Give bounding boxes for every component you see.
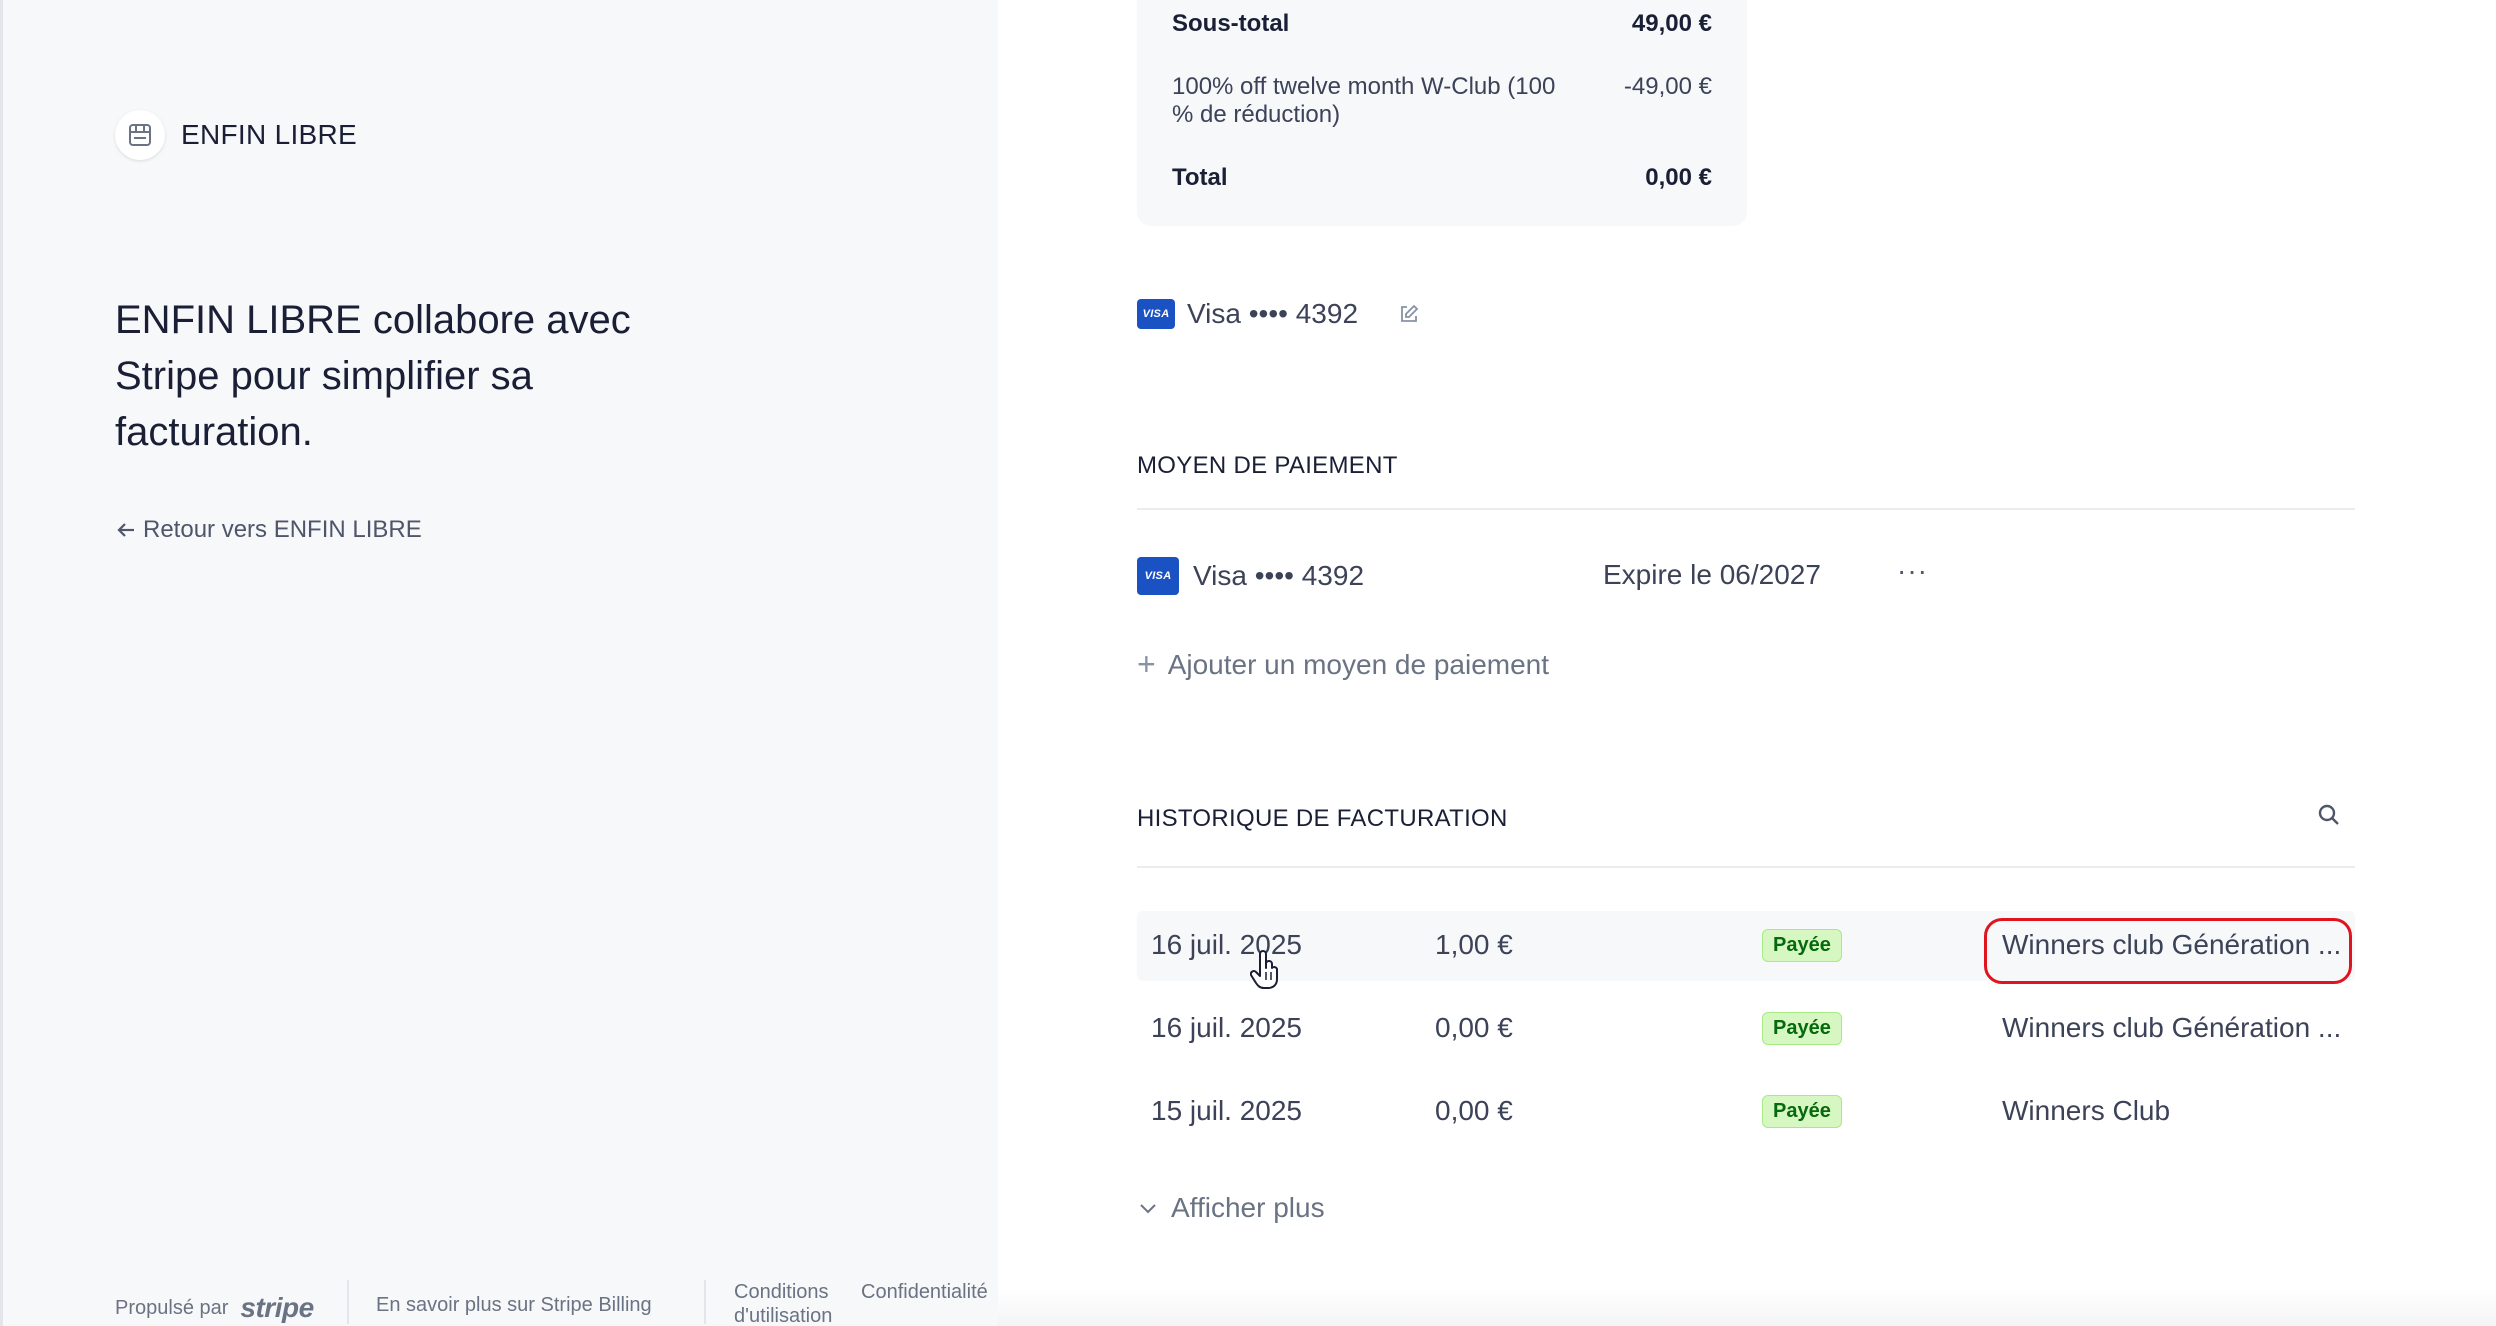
divider <box>1137 866 2355 868</box>
add-payment-method-label: Ajouter un moyen de paiement <box>1167 648 1550 680</box>
subtotal-value: 49,00 € <box>1631 10 1712 37</box>
invoice-amount: 1,00 € <box>1435 929 1513 960</box>
footer: Propulsé par stripe En savoir plus sur S… <box>3 1276 1001 1326</box>
plus-icon: + <box>1137 646 1156 682</box>
footer-divider <box>347 1280 349 1324</box>
privacy-link[interactable]: Confidentialité <box>861 1280 988 1304</box>
invoice-amount: 0,00 € <box>1435 1012 1513 1043</box>
invoice-date: 16 juil. 2025 <box>1151 1012 1303 1043</box>
payment-methods-title: MOYEN DE PAIEMENT <box>1137 452 1398 479</box>
total-label: Total <box>1172 164 1228 191</box>
search-icon[interactable] <box>2316 802 2342 833</box>
invoice-description: Winners club Génération ... <box>2002 929 2342 960</box>
edit-icon[interactable] <box>1398 303 1420 325</box>
show-more-button[interactable]: Afficher plus <box>1137 1192 1325 1224</box>
powered-by-stripe[interactable]: Propulsé par stripe <box>115 1292 314 1324</box>
order-summary: Sous-total 49,00 € 100% off twelve month… <box>1137 0 1747 226</box>
card-number: Visa •••• 4392 <box>1187 298 1359 329</box>
divider <box>1137 508 2355 510</box>
back-link[interactable]: Retour vers ENFIN LIBRE <box>115 516 422 544</box>
total-value: 0,00 € <box>1645 164 1712 191</box>
store-icon <box>115 110 165 160</box>
invoice-date: 16 juil. 2025 <box>1151 929 1303 960</box>
footer-divider <box>704 1280 706 1324</box>
invoice-amount: 0,00 € <box>1435 1095 1513 1126</box>
arrow-left-icon <box>117 523 134 537</box>
billing-history-title: HISTORIQUE DE FACTURATION <box>1137 805 1508 832</box>
discount-label: 100% off twelve month W-Club (100 % de r… <box>1172 73 1556 128</box>
visa-card-icon: VISA <box>1137 557 1179 595</box>
chevron-down-icon <box>1140 1204 1156 1214</box>
payment-method-number: Visa •••• 4392 <box>1193 560 1365 591</box>
left-pane: ENFIN LIBRE ENFIN LIBRE collabore avec S… <box>0 0 998 1326</box>
brand-header: ENFIN LIBRE <box>115 110 357 160</box>
discount-value: -49,00 € <box>1623 73 1712 100</box>
subtotal-row: Sous-total 49,00 € <box>1172 10 1712 38</box>
show-more-label: Afficher plus <box>1171 1192 1325 1223</box>
status-badge: Payée <box>1762 1012 1842 1045</box>
tagline: ENFIN LIBRE collabore avec Stripe pour s… <box>115 298 631 454</box>
subscription-card: VISA Visa •••• 4392 <box>1137 298 1420 330</box>
terms-link[interactable]: Conditions d'utilisation <box>734 1280 854 1326</box>
back-link-label: Retour vers ENFIN LIBRE <box>143 516 422 543</box>
invoice-row[interactable]: 16 juil. 2025 0,00 € Payée Winners club … <box>1137 994 2355 1064</box>
add-payment-method-button[interactable]: + Ajouter un moyen de paiement <box>1137 646 1549 683</box>
learn-more-link[interactable]: En savoir plus sur Stripe Billing <box>376 1294 652 1317</box>
total-row: Total 0,00 € <box>1172 164 1712 192</box>
more-options-icon[interactable]: ··· <box>1897 555 1928 587</box>
powered-by-label: Propulsé par <box>115 1296 229 1319</box>
subtotal-label: Sous-total <box>1172 10 1290 37</box>
invoice-date: 15 juil. 2025 <box>1151 1095 1303 1126</box>
discount-row: 100% off twelve month W-Club (100 % de r… <box>1172 73 1712 129</box>
stripe-logo: stripe <box>240 1292 314 1323</box>
invoice-description: Winners club Génération ... <box>2002 1012 2342 1043</box>
status-badge: Payée <box>1762 1095 1842 1128</box>
payment-method-expiry: Expire le 06/2027 <box>1603 559 1821 590</box>
invoice-description: Winners Club <box>2002 1095 2171 1126</box>
brand-name: ENFIN LIBRE <box>181 119 358 150</box>
invoice-row[interactable]: 16 juil. 2025 1,00 € Payée Winners club … <box>1137 911 2355 981</box>
visa-card-icon: VISA <box>1137 299 1175 329</box>
invoice-row[interactable]: 15 juil. 2025 0,00 € Payée Winners Club <box>1137 1077 2355 1147</box>
payment-method-item: VISA Visa •••• 4392 Expire le 06/2027 ··… <box>1137 555 2137 597</box>
status-badge: Payée <box>1762 929 1842 962</box>
bottom-fade <box>998 1290 2496 1326</box>
